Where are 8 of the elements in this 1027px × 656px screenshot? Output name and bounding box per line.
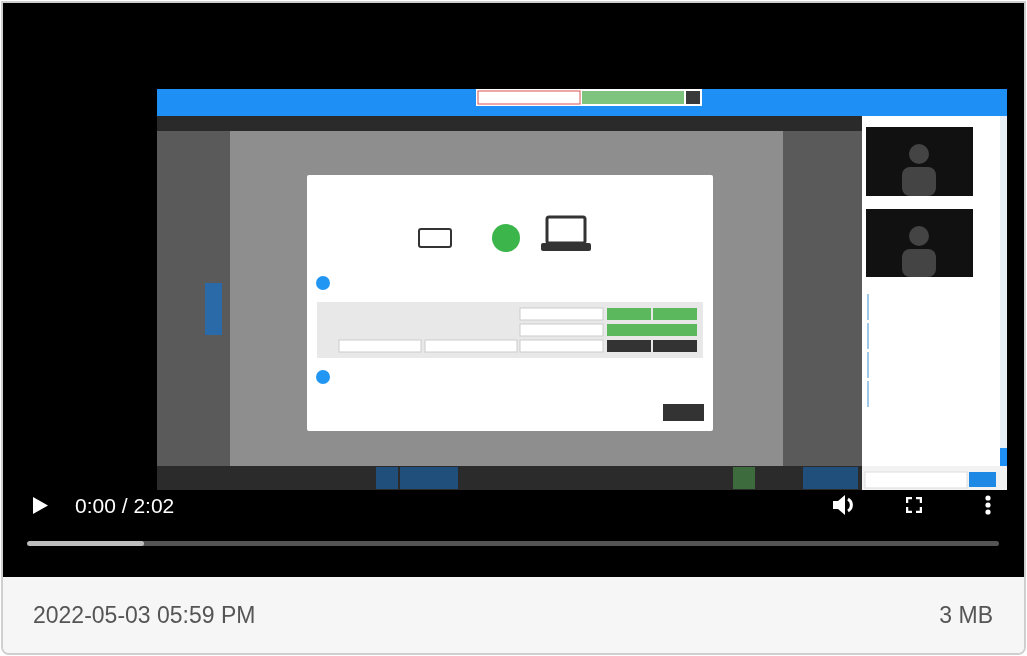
play-icon[interactable] bbox=[33, 496, 48, 514]
fullscreen-icon[interactable] bbox=[906, 497, 922, 513]
file-size: 3 MB bbox=[939, 603, 993, 627]
playback-time: 0:00 / 2:02 bbox=[75, 494, 175, 516]
more-options-icon[interactable] bbox=[985, 495, 991, 515]
seek-bar[interactable] bbox=[27, 541, 999, 546]
recording-date: 2022-05-03 05:59 PM bbox=[33, 603, 256, 627]
volume-icon[interactable] bbox=[833, 495, 855, 515]
